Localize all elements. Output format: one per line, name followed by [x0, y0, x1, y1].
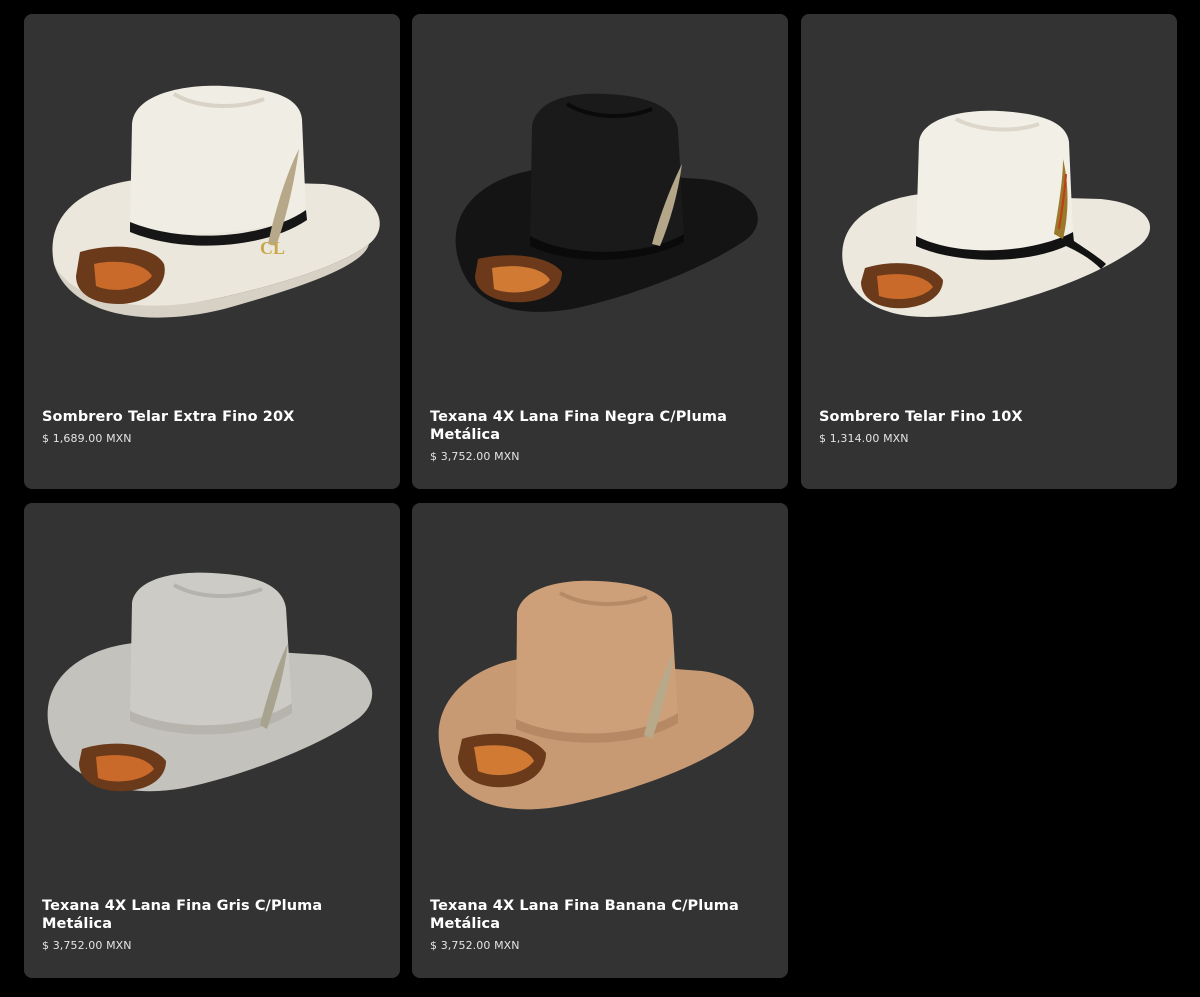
- product-card[interactable]: CL Sombrero Telar Extra Fino 20X $ 1,689…: [24, 14, 400, 489]
- product-card[interactable]: Sombrero Telar Fino 10X $ 1,314.00 MXN: [801, 14, 1177, 489]
- product-image[interactable]: [801, 14, 1177, 394]
- product-grid: CL Sombrero Telar Extra Fino 20X $ 1,689…: [0, 0, 1200, 997]
- product-price: $ 3,752.00 MXN: [430, 939, 520, 952]
- banana-felt-hat-icon: [438, 580, 754, 810]
- product-card[interactable]: Texana 4X Lana Fina Banana C/Pluma Metál…: [412, 503, 788, 978]
- black-felt-hat-icon: [455, 93, 758, 312]
- product-image[interactable]: [412, 14, 788, 394]
- product-price: $ 3,752.00 MXN: [42, 939, 132, 952]
- product-card[interactable]: Texana 4X Lana Fina Gris C/Pluma Metálic…: [24, 503, 400, 978]
- product-title[interactable]: Texana 4X Lana Fina Negra C/Pluma Metáli…: [430, 408, 770, 464]
- product-title[interactable]: Sombrero Telar Fino 10X $ 1,314.00 MXN: [819, 408, 1159, 446]
- product-title[interactable]: Texana 4X Lana Fina Banana C/Pluma Metál…: [430, 897, 770, 953]
- straw-hat-icon: [842, 110, 1151, 317]
- product-card[interactable]: Texana 4X Lana Fina Negra C/Pluma Metáli…: [412, 14, 788, 489]
- straw-hat-icon: CL: [52, 85, 380, 318]
- product-price: $ 3,752.00 MXN: [430, 450, 520, 463]
- product-price: $ 1,314.00 MXN: [819, 432, 909, 445]
- product-title[interactable]: Sombrero Telar Extra Fino 20X $ 1,689.00…: [42, 408, 382, 446]
- grey-felt-hat-icon: [47, 572, 373, 792]
- product-price: $ 1,689.00 MXN: [42, 432, 132, 445]
- svg-text:CL: CL: [260, 238, 285, 258]
- product-title[interactable]: Texana 4X Lana Fina Gris C/Pluma Metálic…: [42, 897, 382, 953]
- product-image[interactable]: [24, 503, 400, 883]
- product-image[interactable]: [412, 503, 788, 883]
- product-image[interactable]: CL: [24, 14, 400, 394]
